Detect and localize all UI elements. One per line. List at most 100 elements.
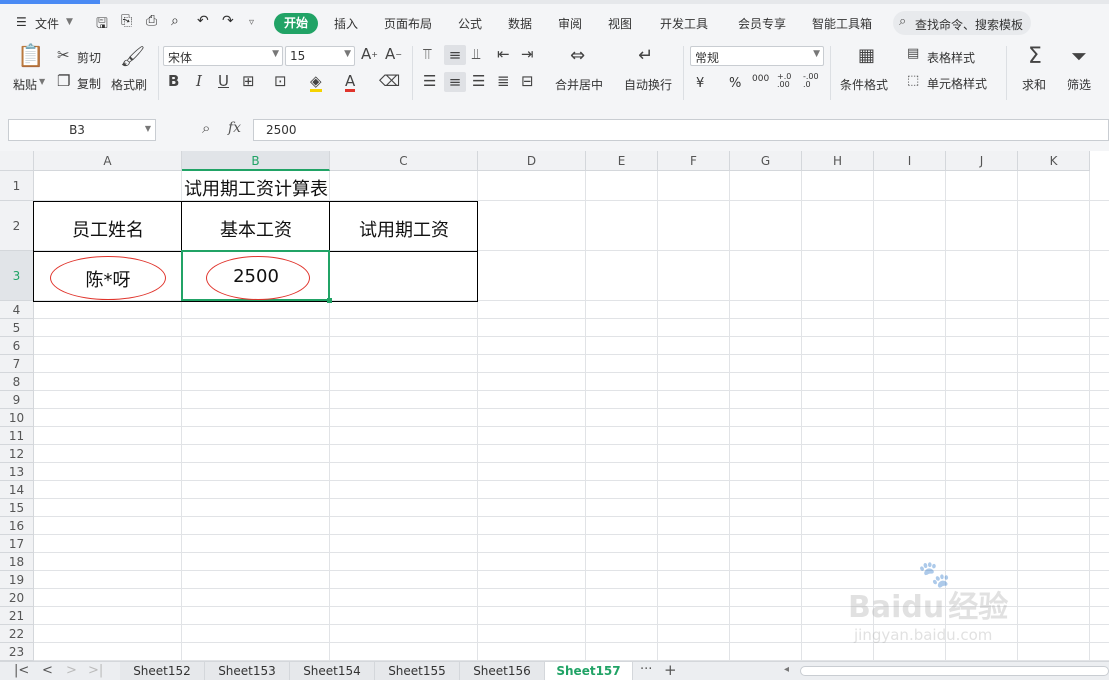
decrease-decimal-button[interactable]: -.00 .0 [803, 73, 823, 89]
percent-button[interactable]: % [729, 76, 741, 91]
column-header-k[interactable]: K [1018, 151, 1090, 171]
undo-icon[interactable]: ↶ [197, 13, 209, 29]
redo-icon[interactable]: ↷ [222, 13, 234, 29]
number-format-select[interactable]: 常规 ▼ [690, 46, 824, 66]
row-header-1[interactable]: 1 [0, 171, 34, 201]
print-preview-icon[interactable]: ⌕ [171, 13, 179, 29]
conditional-format-icon[interactable]: ▦ [858, 47, 875, 65]
copy-button[interactable]: 复制 [77, 75, 101, 92]
hamburger-icon[interactable]: ☰ [16, 15, 27, 29]
row-header-22[interactable]: 22 [0, 625, 34, 643]
row-header-7[interactable]: 7 [0, 355, 34, 373]
paste-chevron-icon[interactable]: ▼ [39, 77, 45, 86]
name-box[interactable]: B3 ▼ [8, 119, 156, 141]
select-all-corner[interactable] [0, 151, 34, 171]
align-center-icon[interactable]: ≡ [444, 72, 466, 92]
column-header-a[interactable]: A [34, 151, 182, 171]
align-top-icon[interactable]: ⫪ [423, 47, 431, 62]
column-header-c[interactable]: C [330, 151, 478, 171]
clear-format-icon[interactable]: ⌫ [379, 74, 400, 89]
export-icon[interactable]: ⎘ [121, 13, 132, 29]
cell-style-icon[interactable]: ⬚ [907, 74, 919, 87]
sheet-title[interactable]: 试用期工资计算表 [34, 175, 478, 201]
row-header-10[interactable]: 10 [0, 409, 34, 427]
column-header-i[interactable]: I [874, 151, 946, 171]
justify-icon[interactable]: ≣ [497, 74, 510, 89]
format-painter-icon[interactable]: 🖌 [120, 46, 145, 66]
print-icon[interactable]: ⎙ [146, 13, 157, 29]
row-header-15[interactable]: 15 [0, 499, 34, 517]
row-header-12[interactable]: 12 [0, 445, 34, 463]
function-icon[interactable]: fx [228, 120, 241, 136]
command-search[interactable]: ⌕ 查找命令、搜索模板 [893, 11, 1031, 35]
merge-center-button[interactable]: 合并居中 [555, 76, 603, 93]
font-shrink-icon[interactable]: A − [385, 47, 402, 62]
copy-icon[interactable]: ❐ [57, 74, 70, 89]
distribute-icon[interactable]: ⊟ [521, 74, 534, 89]
tab-smart-tools[interactable]: 智能工具箱 [812, 15, 872, 32]
column-header-h[interactable]: H [802, 151, 874, 171]
row-header-14[interactable]: 14 [0, 481, 34, 499]
underline-icon[interactable]: U [218, 74, 229, 89]
cell-format-icon[interactable]: ⊡ [274, 74, 287, 89]
column-header-j[interactable]: J [946, 151, 1018, 171]
indent-increase-icon[interactable]: ⇥ [521, 47, 534, 62]
row-header-18[interactable]: 18 [0, 553, 34, 571]
tab-member[interactable]: 会员专享 [738, 15, 786, 32]
customize-toolbar-icon[interactable]: ▿ [249, 17, 254, 28]
row-header-9[interactable]: 9 [0, 391, 34, 409]
wrap-text-button[interactable]: 自动换行 [624, 76, 672, 93]
font-color-icon[interactable]: A [345, 74, 356, 92]
horizontal-scrollbar[interactable] [800, 666, 1109, 676]
tab-data[interactable]: 数据 [508, 15, 532, 32]
row-header-20[interactable]: 20 [0, 589, 34, 607]
sheet-tab-152[interactable]: Sheet152 [120, 662, 205, 680]
italic-icon[interactable]: I [196, 74, 202, 89]
row-header-23[interactable]: 23 [0, 643, 34, 661]
row-header-16[interactable]: 16 [0, 517, 34, 535]
row-header-19[interactable]: 19 [0, 571, 34, 589]
row-header-8[interactable]: 8 [0, 373, 34, 391]
sheet-tab-157[interactable]: Sheet157 [545, 662, 633, 680]
column-header-f[interactable]: F [658, 151, 730, 171]
next-sheet-icon[interactable]: > [66, 663, 77, 678]
font-name-select[interactable]: 宋体 ▼ [163, 46, 283, 66]
align-left-icon[interactable]: ☰ [423, 74, 436, 89]
file-menu[interactable]: 文件 [35, 15, 59, 32]
paste-icon[interactable]: 📋 [17, 46, 44, 68]
thousands-button[interactable]: 000 [752, 74, 769, 84]
fill-handle[interactable] [327, 298, 332, 303]
tab-view[interactable]: 视图 [608, 15, 632, 32]
increase-decimal-button[interactable]: +.0 .00 [777, 73, 797, 89]
currency-button[interactable]: ¥ [696, 76, 704, 91]
filter-button[interactable]: 筛选 [1067, 76, 1091, 93]
row-header-21[interactable]: 21 [0, 607, 34, 625]
tab-insert[interactable]: 插入 [334, 15, 358, 32]
sum-icon[interactable]: Σ [1028, 46, 1042, 68]
font-grow-icon[interactable]: A + [361, 47, 378, 62]
tab-formulas[interactable]: 公式 [458, 15, 482, 32]
row-header-2[interactable]: 2 [0, 201, 34, 251]
row-header-11[interactable]: 11 [0, 427, 34, 445]
indent-decrease-icon[interactable]: ⇤ [497, 47, 510, 62]
add-sheet-icon[interactable]: + [664, 661, 677, 679]
wrap-text-icon[interactable]: ↵ [638, 47, 653, 65]
sheet-tab-155[interactable]: Sheet155 [375, 662, 460, 680]
row-header-13[interactable]: 13 [0, 463, 34, 481]
align-bottom-icon[interactable]: ⫫ [472, 47, 480, 62]
bold-icon[interactable]: B [168, 74, 179, 89]
paste-button[interactable]: 粘贴 [13, 76, 37, 93]
last-sheet-icon[interactable]: >| [88, 663, 103, 678]
column-header-d[interactable]: D [478, 151, 586, 171]
header-employee-name[interactable]: 员工姓名 [34, 216, 182, 242]
sheet-tab-153[interactable]: Sheet153 [205, 662, 290, 680]
tab-page-layout[interactable]: 页面布局 [384, 15, 432, 32]
fill-color-icon[interactable]: ◈ [310, 74, 322, 92]
merge-center-icon[interactable]: ⇔ [570, 47, 585, 65]
zoom-icon[interactable]: ⌕ [202, 119, 210, 137]
tab-review[interactable]: 审阅 [558, 15, 582, 32]
scissors-icon[interactable]: ✂ [57, 48, 70, 63]
row-header-6[interactable]: 6 [0, 337, 34, 355]
more-sheets-icon[interactable]: ··· [640, 662, 652, 677]
chevron-down-icon[interactable]: ▼ [66, 17, 73, 27]
